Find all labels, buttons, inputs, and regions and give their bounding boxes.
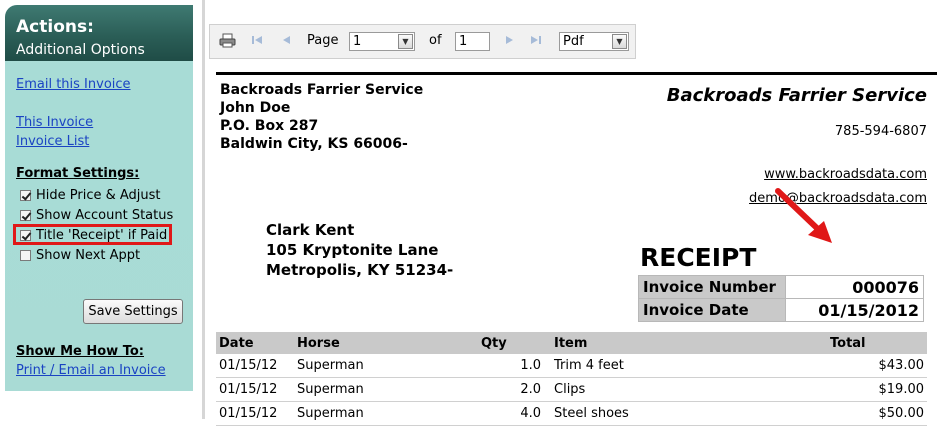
table-row: 01/15/12 Superman 1.0 Trim 4 feet $43.00	[216, 354, 927, 378]
from-address2: Baldwin City, KS 66006-	[220, 136, 408, 152]
table-row: 01/15/12 Superman 4.0 Steel shoes $50.00	[216, 401, 927, 426]
row-qty: 1.0	[478, 354, 544, 378]
invoice-number-value: 000076	[785, 275, 924, 299]
invoice-date-value: 01/15/2012	[785, 298, 924, 322]
show-account-status-label: Show Account Status	[36, 208, 174, 223]
row-item: Steel shoes	[544, 401, 827, 426]
row-horse: Superman	[294, 401, 478, 426]
row-total: $19.00	[827, 377, 927, 402]
row-total: $43.00	[827, 354, 927, 378]
report-viewer: Page 1 ▼ of 1 Pdf ▼ Backroads Farrier Se…	[202, 0, 937, 426]
last-page-icon[interactable]	[529, 34, 545, 48]
first-page-icon[interactable]	[250, 34, 266, 48]
row-date: 01/15/12	[216, 401, 294, 426]
print-email-howto-link[interactable]: Print / Email an Invoice	[16, 363, 166, 378]
row-horse: Superman	[294, 377, 478, 402]
company-phone: 785-594-6807	[834, 124, 927, 139]
show-account-status-checkbox[interactable]	[20, 210, 31, 221]
chevron-down-icon[interactable]: ▼	[612, 34, 627, 49]
option-show-next-appt[interactable]: Show Next Appt	[20, 248, 140, 263]
page-number-select[interactable]: 1 ▼	[349, 32, 415, 51]
row-qty: 4.0	[478, 401, 544, 426]
row-qty: 2.0	[478, 377, 544, 402]
show-next-appt-checkbox[interactable]	[20, 250, 31, 261]
row-total: $50.00	[827, 401, 927, 426]
export-format-select[interactable]: Pdf ▼	[559, 32, 629, 51]
row-date: 01/15/12	[216, 354, 294, 378]
row-item: Clips	[544, 377, 827, 402]
invoice-number-label: Invoice Number	[638, 275, 786, 299]
company-website-link[interactable]: www.backroadsdata.com	[764, 167, 927, 182]
save-settings-button[interactable]: Save Settings	[83, 299, 183, 324]
header-rule	[216, 72, 937, 75]
chevron-down-icon[interactable]: ▼	[398, 34, 413, 49]
invoice-info-table: Invoice Number 000076 Invoice Date 01/15…	[638, 275, 924, 322]
col-horse-header: Horse	[294, 332, 478, 354]
col-qty-header: Qty	[478, 332, 544, 354]
this-invoice-link[interactable]: This Invoice	[16, 115, 93, 130]
invoice-number-row: Invoice Number 000076	[638, 275, 924, 299]
row-date: 01/15/12	[216, 377, 294, 402]
table-header-row: Date Horse Qty Item Total	[216, 332, 927, 354]
print-icon[interactable]	[219, 33, 236, 48]
header-company-name: Backroads Farrier Service	[666, 85, 927, 106]
hide-price-checkbox[interactable]	[20, 190, 31, 201]
table-row: 01/15/12 Superman 2.0 Clips $19.00	[216, 377, 927, 402]
how-to-heading: Show Me How To:	[16, 344, 144, 359]
actions-sidebar: Actions: Additional Options Email this I…	[5, 5, 193, 391]
row-horse: Superman	[294, 354, 478, 378]
show-next-appt-label: Show Next Appt	[36, 248, 141, 263]
report-toolbar: Page 1 ▼ of 1 Pdf ▼	[209, 24, 636, 59]
invoice-list-link[interactable]: Invoice List	[16, 134, 89, 149]
page-label: Page	[307, 33, 339, 48]
total-pages-field: 1	[455, 32, 490, 51]
option-show-account-status[interactable]: Show Account Status	[20, 208, 173, 223]
highlight-annotation-box	[13, 224, 172, 245]
of-label: of	[429, 33, 442, 48]
col-total-header: Total	[827, 332, 927, 354]
sidebar-title: Actions:	[16, 17, 94, 37]
red-arrow-annotation	[775, 188, 832, 243]
line-items-table: Date Horse Qty Item Total 01/15/12 Super…	[216, 332, 927, 426]
col-date-header: Date	[216, 332, 294, 354]
invoice-date-label: Invoice Date	[638, 298, 786, 322]
to-name: Clark Kent	[266, 221, 355, 239]
to-address2: Metropolis, KY 51234-	[266, 261, 454, 279]
from-company: Backroads Farrier Service	[220, 82, 424, 98]
total-pages-value: 1	[459, 34, 468, 49]
from-name: John Doe	[220, 100, 291, 116]
to-address1: 105 Kryptonite Lane	[266, 241, 439, 259]
email-invoice-link[interactable]: Email this Invoice	[16, 77, 131, 92]
from-address1: P.O. Box 287	[220, 118, 319, 134]
hide-price-label: Hide Price & Adjust	[36, 188, 161, 203]
row-item: Trim 4 feet	[544, 354, 827, 378]
previous-page-icon[interactable]	[279, 34, 295, 48]
sidebar-subtitle: Additional Options	[16, 42, 145, 58]
invoice-date-row: Invoice Date 01/15/2012	[638, 298, 924, 322]
receipt-title: RECEIPT	[640, 243, 757, 272]
sidebar-header: Actions: Additional Options	[5, 5, 193, 61]
export-format-value: Pdf	[563, 34, 584, 49]
format-settings-heading: Format Settings:	[16, 166, 140, 181]
option-hide-price[interactable]: Hide Price & Adjust	[20, 188, 161, 203]
col-item-header: Item	[544, 332, 827, 354]
page-number-value: 1	[353, 34, 362, 49]
next-page-icon[interactable]	[503, 34, 519, 48]
